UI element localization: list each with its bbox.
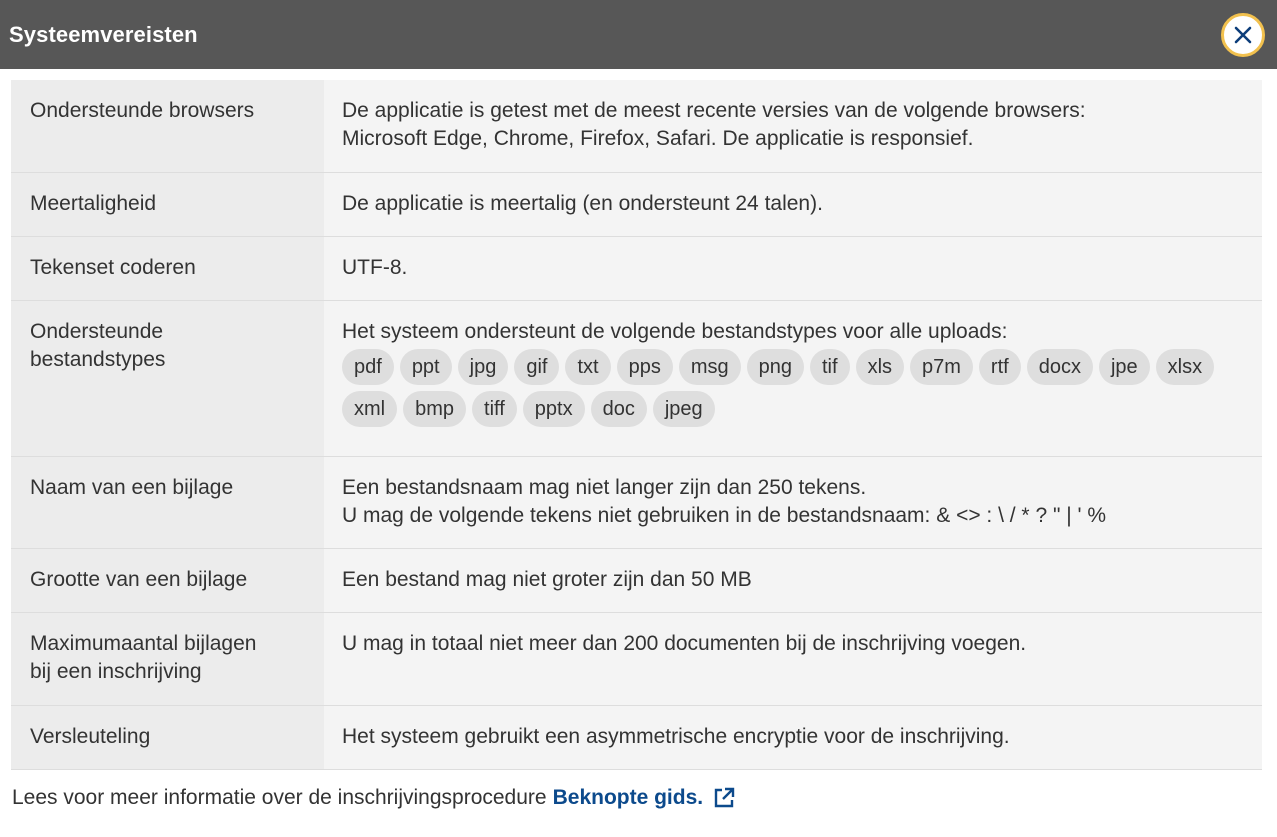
filetype-chip: ppt — [399, 348, 452, 385]
attachment-name-line-1: Een bestandsnaam mag niet langer zijn da… — [342, 475, 867, 499]
filetype-chip: p7m — [910, 348, 973, 385]
filetype-chip: tiff — [472, 390, 517, 427]
row-label: Meertaligheid — [11, 172, 324, 237]
filetype-chip: jpg — [457, 348, 509, 385]
filetype-chip: msg — [678, 348, 741, 385]
table-row: Ondersteunde browsers De applicatie is g… — [11, 80, 1262, 173]
system-requirements-dialog: Systeemvereisten Ondersteunde browsers D… — [0, 0, 1277, 837]
filetype-chip: xlsx — [1155, 348, 1215, 385]
filetype-chip: docx — [1026, 348, 1093, 385]
filetype-chip: gif — [514, 348, 560, 385]
row-value: U mag in totaal niet meer dan 200 docume… — [324, 612, 1262, 706]
table-row: Naam van een bijlage Een bestandsnaam ma… — [11, 456, 1262, 549]
filetype-chip: xml — [342, 390, 398, 427]
row-value: UTF-8. — [324, 236, 1262, 301]
filetypes-label-line-2: bestandstypes — [30, 347, 166, 371]
filetype-chip: pptx — [522, 390, 585, 427]
row-value: Het systeem ondersteunt de volgende best… — [324, 300, 1262, 457]
row-label: Naam van een bijlage — [11, 456, 324, 549]
filetypes-label-line-1: Ondersteunde — [30, 319, 164, 343]
dialog-title: Systeemvereisten — [9, 21, 198, 47]
table-row: Versleuteling Het systeem gebruikt een a… — [11, 705, 1262, 770]
requirements-table: Ondersteunde browsers De applicatie is g… — [11, 80, 1262, 770]
filetype-chip: tif — [810, 348, 850, 385]
filetype-chip: rtf — [978, 348, 1021, 385]
row-value: Een bestand mag niet groter zijn dan 50 … — [324, 548, 1262, 613]
filetype-chip: doc — [590, 390, 647, 427]
footer-text: Lees voor meer informatie over de inschr… — [12, 785, 547, 809]
quick-guide-link[interactable]: Beknopte gids. — [553, 786, 704, 810]
row-label: Ondersteunde bestandstypes — [11, 300, 324, 457]
row-label: Maximumaantal bijlagen bij een inschrijv… — [11, 612, 324, 706]
close-icon — [1234, 26, 1252, 43]
max-attachments-label-line-1: Maximumaantal bijlagen — [30, 631, 257, 655]
filetype-chip: txt — [565, 348, 611, 385]
attachment-name-line-2: U mag de volgende tekens niet gebruiken … — [342, 503, 1107, 527]
table-row: Ondersteunde bestandstypes Het systeem o… — [11, 300, 1262, 457]
filetype-chip: pdf — [342, 348, 394, 385]
filetype-chip: png — [746, 348, 804, 385]
filetype-chip: jpeg — [652, 390, 715, 427]
row-label: Versleuteling — [11, 705, 324, 770]
filetype-chip: bmp — [403, 390, 467, 427]
table-row: Maximumaantal bijlagen bij een inschrijv… — [11, 612, 1262, 706]
filetype-chip: pps — [616, 348, 673, 385]
table-row: Tekenset coderen UTF-8. — [11, 236, 1262, 301]
filetype-chip: jpe — [1098, 348, 1150, 385]
dialog-content: Ondersteunde browsers De applicatie is g… — [0, 69, 1277, 770]
row-value: Het systeem gebruikt een asymmetrische e… — [324, 705, 1262, 770]
row-label: Tekenset coderen — [11, 236, 324, 301]
browsers-line-2: Microsoft Edge, Chrome, Firefox, Safari.… — [342, 127, 974, 150]
filetype-chip-list: pdf ppt jpg gif txt pps msg png tif xls … — [342, 348, 1244, 433]
browsers-line-1: De applicatie is getest met de meest rec… — [342, 99, 1086, 122]
close-button[interactable] — [1221, 12, 1265, 57]
row-label: Ondersteunde browsers — [11, 80, 324, 173]
row-value: Een bestandsnaam mag niet langer zijn da… — [324, 456, 1262, 549]
row-label: Grootte van een bijlage — [11, 548, 324, 613]
max-attachments-label-line-2: bij een inschrijving — [30, 659, 202, 683]
external-link-icon[interactable] — [713, 787, 735, 809]
table-row: Meertaligheid De applicatie is meertalig… — [11, 172, 1262, 237]
table-row: Grootte van een bijlage Een bestand mag … — [11, 548, 1262, 613]
row-value: De applicatie is meertalig (en ondersteu… — [324, 172, 1262, 237]
row-value: De applicatie is getest met de meest rec… — [324, 80, 1262, 173]
dialog-header: Systeemvereisten — [0, 0, 1277, 69]
dialog-footer: Lees voor meer informatie over de inschr… — [0, 770, 1277, 810]
filetype-chip: xls — [855, 348, 905, 385]
filetypes-text: Het systeem ondersteunt de volgende best… — [342, 319, 1008, 343]
